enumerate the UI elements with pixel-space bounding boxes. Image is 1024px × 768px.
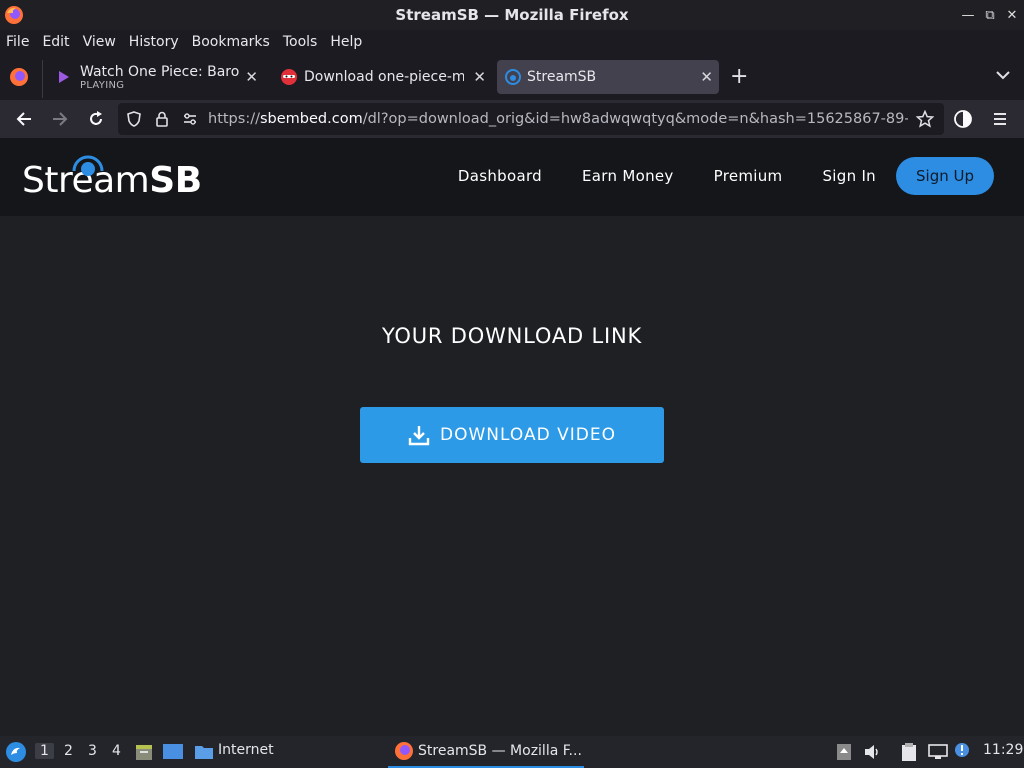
tab-streamsb[interactable]: StreamSB ✕ xyxy=(497,60,719,94)
url-path: /dl?op=download_orig&id=hw8adwqwqtyq&mod… xyxy=(362,111,908,127)
back-arrow-icon xyxy=(16,112,31,126)
menu-history[interactable]: History xyxy=(129,34,179,50)
tab-download-one-piece[interactable]: Download one-piece-mov ✕ xyxy=(272,60,492,94)
taskbar-firefox-label: StreamSB — Mozilla F... xyxy=(418,743,582,759)
download-heading: YOUR DOWNLOAD LINK xyxy=(381,324,643,348)
menu-view[interactable]: View xyxy=(83,34,116,50)
streamsb-logo[interactable]: StreamSB xyxy=(22,150,202,201)
account-button[interactable] xyxy=(952,108,974,130)
window-controls: — ⧉ ✕ xyxy=(960,6,1020,24)
lock-icon[interactable] xyxy=(154,111,170,127)
tab-playing-label: PLAYING xyxy=(80,79,125,91)
app-menu-button[interactable] xyxy=(989,108,1011,130)
tab-separator xyxy=(42,60,43,98)
firefox-view-icon[interactable] xyxy=(8,66,30,88)
firefox-icon xyxy=(395,742,413,760)
list-all-tabs-icon[interactable] xyxy=(994,66,1012,84)
back-button[interactable] xyxy=(13,108,35,130)
clipboard-icon[interactable] xyxy=(900,742,918,762)
streamsb-favicon xyxy=(505,69,521,85)
close-tab-icon[interactable]: ✕ xyxy=(700,68,713,86)
forward-button[interactable] xyxy=(49,108,71,130)
site-header: StreamSB Dashboard Earn Money Premium Si… xyxy=(0,138,1024,216)
minimize-icon[interactable]: — xyxy=(960,6,976,24)
logo-arc-icon xyxy=(72,155,104,176)
site-nav: Dashboard Earn Money Premium Sign In Sig… xyxy=(418,157,994,195)
site-favicon xyxy=(281,69,297,85)
volume-icon[interactable] xyxy=(864,744,882,760)
forward-arrow-icon xyxy=(53,112,68,126)
url-text[interactable]: https://sbembed.com/dl?op=download_orig&… xyxy=(208,111,908,127)
tab-strip: Watch One Piece: Baron ( PLAYING ✕ Downl… xyxy=(0,54,1024,100)
tab-one-piece[interactable]: Watch One Piece: Baron ( PLAYING ✕ xyxy=(48,60,264,94)
notification-icon[interactable] xyxy=(954,742,970,758)
menu-bar: File Edit View History Bookmarks Tools H… xyxy=(0,30,1024,54)
download-icon xyxy=(408,426,430,446)
workspace-2[interactable]: 2 xyxy=(64,743,73,759)
logo-sb: SB xyxy=(149,160,202,201)
firefox-icon xyxy=(5,6,23,24)
workspace-4[interactable]: 4 xyxy=(112,743,121,759)
menu-bookmarks[interactable]: Bookmarks xyxy=(192,34,270,50)
logo-text: StreamSB xyxy=(22,150,202,201)
folder-icon[interactable] xyxy=(194,742,214,762)
permissions-icon[interactable] xyxy=(182,112,198,126)
nav-sign-in[interactable]: Sign In xyxy=(822,167,876,185)
menu-tools[interactable]: Tools xyxy=(283,34,318,50)
sign-up-button[interactable]: Sign Up xyxy=(896,157,994,195)
file-manager-icon[interactable] xyxy=(134,742,154,762)
close-tab-icon[interactable]: ✕ xyxy=(473,68,486,86)
tab-title: StreamSB xyxy=(527,69,597,85)
taskbar-firefox-window[interactable]: StreamSB — Mozilla F... xyxy=(388,736,584,768)
reload-button[interactable] xyxy=(85,108,107,130)
close-tab-icon[interactable]: ✕ xyxy=(245,68,258,86)
shield-icon[interactable] xyxy=(126,111,142,127)
new-tab-icon[interactable]: + xyxy=(730,64,748,89)
tray-arrow-icon[interactable] xyxy=(836,743,852,761)
bookmark-star-icon[interactable] xyxy=(916,110,934,128)
menu-edit[interactable]: Edit xyxy=(42,34,69,50)
main-content: YOUR DOWNLOAD LINK DOWNLOAD VIDEO xyxy=(0,216,1024,736)
workspace-1[interactable]: 1 xyxy=(35,743,54,759)
hamburger-menu-icon xyxy=(994,113,1006,125)
navigation-toolbar: https://sbembed.com/dl?op=download_orig&… xyxy=(0,100,1024,138)
restore-icon[interactable]: ⧉ xyxy=(982,6,998,24)
nav-earn-money[interactable]: Earn Money xyxy=(582,167,674,185)
nav-premium[interactable]: Premium xyxy=(714,167,783,185)
tab-title: Download one-piece-mov xyxy=(304,69,464,85)
close-icon[interactable]: ✕ xyxy=(1004,6,1020,24)
account-icon xyxy=(954,110,972,128)
window-title: StreamSB — Mozilla Firefox xyxy=(395,6,629,24)
taskbar-internet[interactable]: Internet xyxy=(218,742,274,758)
taskbar: 1 2 3 4 Internet StreamSB — Mozilla F... xyxy=(0,736,1024,768)
url-bar[interactable]: https://sbembed.com/dl?op=download_orig&… xyxy=(118,103,944,135)
play-icon xyxy=(59,71,69,83)
reload-icon xyxy=(90,111,102,125)
download-video-button[interactable]: DOWNLOAD VIDEO xyxy=(360,407,664,463)
nav-dashboard[interactable]: Dashboard xyxy=(458,167,542,185)
url-domain: sbembed.com xyxy=(259,111,363,127)
url-prefix: https:// xyxy=(208,111,260,127)
clock: 11:29 xyxy=(983,742,1024,758)
workspace-3[interactable]: 3 xyxy=(88,743,97,759)
show-desktop-icon[interactable] xyxy=(162,743,184,761)
window-titlebar: StreamSB — Mozilla Firefox — ⧉ ✕ xyxy=(0,0,1024,30)
start-menu-icon[interactable] xyxy=(5,741,27,763)
download-video-label: DOWNLOAD VIDEO xyxy=(440,425,616,445)
menu-help[interactable]: Help xyxy=(330,34,362,50)
network-icon[interactable] xyxy=(928,744,948,760)
menu-file[interactable]: File xyxy=(6,34,29,50)
tab-title: Watch One Piece: Baron ( xyxy=(80,63,240,80)
